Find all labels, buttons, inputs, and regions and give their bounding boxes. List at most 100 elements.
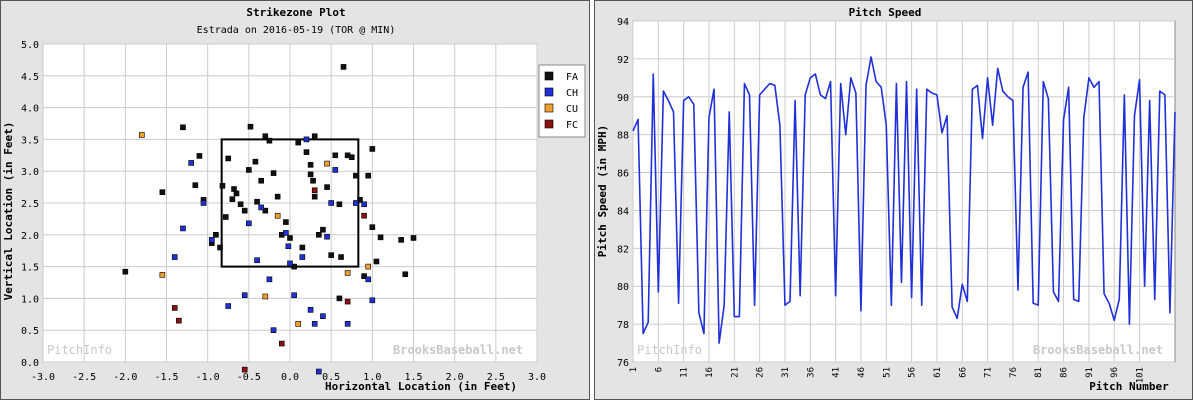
pitch-speed-y-tick-label: 80 bbox=[617, 282, 629, 293]
pitch-point-ch bbox=[180, 225, 186, 232]
pitch-point-cu bbox=[274, 212, 281, 219]
pitch-point-ch bbox=[200, 200, 207, 206]
pitch-speed-x-tick-label: 1 bbox=[629, 367, 639, 372]
strikezone-y-tick-label: 3.0 bbox=[21, 167, 39, 178]
strikezone-chart: Strikezone Plot Estrada on 2016-05-19 (T… bbox=[2, 6, 586, 393]
pitch-point-ch bbox=[369, 297, 376, 304]
legend-label-ch: CH bbox=[566, 88, 578, 99]
pitch-point-fa bbox=[274, 193, 281, 200]
pitch-point-fa bbox=[241, 207, 248, 214]
strikezone-panel: Strikezone Plot Estrada on 2016-05-19 (T… bbox=[0, 0, 590, 400]
strikezone-legend: FA CH CU FC bbox=[538, 64, 586, 138]
pitch-point-ch bbox=[332, 167, 339, 173]
pitch-point-fa bbox=[311, 133, 318, 140]
strikezone-y-tick-label: 4.0 bbox=[21, 104, 39, 115]
pitch-point-ch bbox=[353, 200, 359, 206]
pitch-point-ch bbox=[254, 257, 260, 264]
pitch-point-ch bbox=[285, 243, 292, 250]
pitch-point-ch bbox=[328, 200, 334, 206]
pitch-speed-x-tick-label: 96 bbox=[1110, 367, 1120, 378]
pitch-point-ch bbox=[225, 303, 232, 309]
pitch-point-fa bbox=[254, 198, 260, 205]
pitch-point-fa bbox=[328, 252, 334, 258]
pitch-point-fa bbox=[222, 214, 229, 220]
pitch-point-cu bbox=[324, 160, 330, 167]
chart-canvas: Strikezone Plot Estrada on 2016-05-19 (T… bbox=[0, 0, 1193, 400]
pitch-speed-x-tick-label: 36 bbox=[806, 367, 816, 378]
pitch-point-fa bbox=[377, 234, 384, 241]
pitch-speed-x-tick-label: 16 bbox=[705, 367, 715, 378]
pitch-speed-x-tick-label: 51 bbox=[882, 367, 892, 378]
pitch-point-fa bbox=[369, 146, 376, 152]
pitch-point-fa bbox=[410, 235, 417, 241]
pitch-point-fa bbox=[402, 271, 409, 278]
pitch-point-fc bbox=[311, 187, 318, 194]
pitch-speed-y-tick-label: 84 bbox=[617, 206, 629, 217]
strikezone-watermark-brooks: BrooksBaseball.net bbox=[393, 343, 523, 357]
pitch-point-ch bbox=[316, 368, 322, 375]
pitch-speed-y-tick-label: 82 bbox=[617, 244, 629, 255]
pitch-speed-y-tick-label: 90 bbox=[617, 93, 629, 104]
strikezone-y-tick-label: 1.0 bbox=[21, 294, 39, 305]
pitch-point-ch bbox=[299, 254, 306, 260]
pitch-point-fa bbox=[252, 158, 259, 165]
pitch-point-fa bbox=[270, 170, 277, 176]
legend-swatch-fa bbox=[544, 71, 554, 81]
legend-label-fa: FA bbox=[566, 72, 578, 83]
pitch-speed-x-tick-label: 11 bbox=[680, 367, 690, 378]
strikezone-x-tick-label: -0.5 bbox=[237, 372, 261, 383]
pitch-speed-chart: Pitch Speed Pitch Speed (in MPH) Pitch N… bbox=[596, 6, 1176, 393]
pitch-point-fa bbox=[373, 258, 380, 265]
pitch-point-ch bbox=[188, 160, 194, 166]
pitch-point-fa bbox=[219, 183, 226, 189]
strikezone-x-tick-label: -1.5 bbox=[154, 372, 178, 383]
pitch-point-ch bbox=[303, 136, 310, 143]
pitch-point-cu bbox=[295, 321, 302, 327]
strikezone-x-tick-label: -2.5 bbox=[72, 372, 96, 383]
pitch-speed-x-tick-label: 91 bbox=[1085, 367, 1095, 378]
pitch-point-fa bbox=[180, 124, 186, 131]
pitch-point-fa bbox=[369, 224, 376, 230]
pitch-point-fc bbox=[171, 305, 178, 311]
pitch-point-ch bbox=[287, 260, 293, 267]
pitch-speed-y-tick-label: 94 bbox=[617, 17, 629, 28]
pitch-point-fa bbox=[340, 64, 347, 70]
pitch-point-ch bbox=[320, 313, 326, 320]
pitch-point-fa bbox=[307, 171, 314, 178]
pitch-speed-x-tick-label: 86 bbox=[1060, 367, 1070, 378]
pitch-speed-watermark-brooks: BrooksBaseball.net bbox=[1033, 343, 1163, 357]
strikezone-x-tick-label: 2.0 bbox=[446, 372, 464, 383]
pitch-point-ch bbox=[324, 233, 330, 240]
pitch-point-ch bbox=[291, 292, 297, 299]
strikezone-y-tick-label: 2.5 bbox=[21, 199, 39, 210]
strikezone-x-tick-label: 0.0 bbox=[281, 372, 299, 383]
pitch-point-fa bbox=[295, 139, 302, 146]
pitch-point-ch bbox=[171, 254, 178, 260]
pitch-point-fc bbox=[241, 366, 248, 373]
pitch-point-ch bbox=[208, 237, 215, 243]
pitch-point-fa bbox=[398, 237, 404, 243]
strikezone-subtitle: Estrada on 2016-05-19 (TOR @ MIN) bbox=[197, 25, 396, 36]
pitch-point-fa bbox=[192, 182, 199, 188]
pitch-point-fa bbox=[247, 123, 254, 130]
pitch-speed-x-tick-label: 6 bbox=[654, 367, 664, 372]
pitch-point-fa bbox=[217, 244, 223, 251]
pitch-point-ch bbox=[311, 321, 318, 327]
pitch-point-fa bbox=[324, 184, 330, 190]
pitch-point-cu bbox=[344, 270, 351, 276]
pitch-speed-x-tick-label: 46 bbox=[857, 367, 867, 378]
pitch-point-fa bbox=[299, 244, 306, 251]
pitch-point-cu bbox=[262, 293, 269, 300]
pitch-point-fa bbox=[303, 149, 310, 155]
pitch-speed-x-tick-label: 66 bbox=[958, 367, 968, 378]
pitch-point-fc bbox=[361, 212, 367, 219]
strikezone-y-tick-label: 3.5 bbox=[21, 135, 39, 146]
strikezone-y-tick-label: 0.5 bbox=[21, 326, 39, 337]
pitch-speed-y-axis-label: Pitch Speed (in MPH) bbox=[596, 125, 609, 257]
strikezone-x-tick-label: -3.0 bbox=[31, 372, 55, 383]
pitch-speed-x-tick-label: 76 bbox=[1009, 367, 1019, 378]
pitch-point-cu bbox=[159, 272, 166, 278]
pitch-point-cu bbox=[139, 132, 145, 138]
pitch-point-fa bbox=[287, 235, 293, 241]
pitch-speed-y-tick-label: 78 bbox=[617, 320, 629, 331]
